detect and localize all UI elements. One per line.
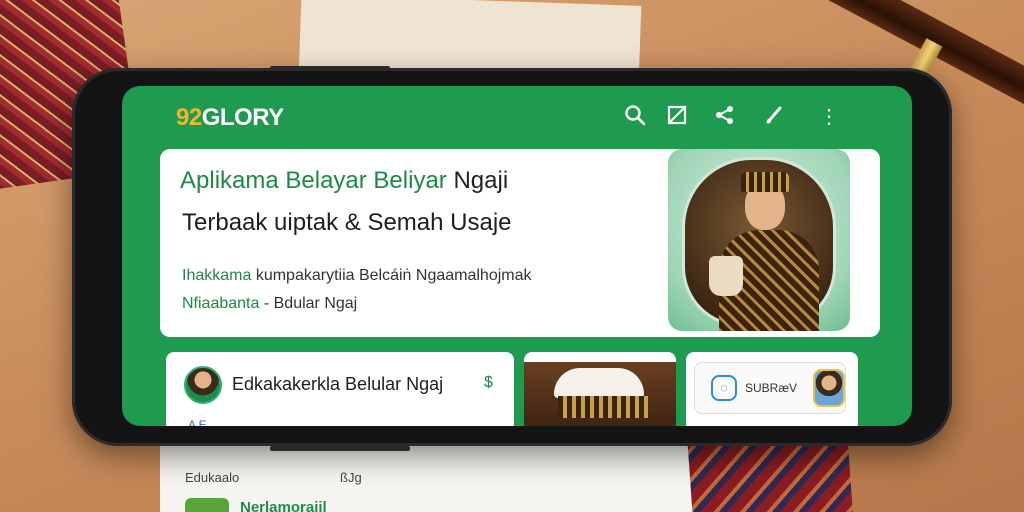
top-bar: 92GLORY ⋮: [122, 86, 912, 148]
portrait-frame: [682, 157, 836, 331]
paper-app-icon: [185, 498, 229, 512]
subscribe-card[interactable]: ◌ SUBRæV: [686, 352, 858, 426]
hero-line1-green: Ihakkama: [182, 267, 252, 284]
more-icon[interactable]: ⋮: [816, 104, 842, 130]
dollar-icon[interactable]: $: [484, 374, 493, 392]
paper-label-1: Edukaalo: [185, 470, 240, 485]
lesson-card[interactable]: Edkakakerkla Belular Ngaj $ A E: [166, 352, 514, 426]
hero-description-line-2: Nfiaabanta - Bdular Ngaj: [182, 295, 357, 313]
search-icon[interactable]: [622, 104, 648, 130]
share-icon[interactable]: [712, 104, 738, 130]
hero-line1-rest: kumpakarytiia Belcáiṅ Ngaamalhojmak: [255, 267, 532, 284]
hero-description-line-1: Ihakkama kumpakarytiia Belcáiṅ Ngaamalho…: [182, 267, 532, 285]
logo-text: GLORY: [201, 104, 284, 131]
hero-title-dark: Ngaji: [453, 167, 509, 194]
phone-bottom-bar: [270, 446, 410, 451]
subscribe-avatar: [813, 369, 845, 407]
lesson-card-peek-text: A E: [188, 418, 207, 426]
avatar: [184, 366, 222, 404]
hero-line2-rest: - Bdular Ngaj: [263, 295, 358, 312]
hero-line2-green: Nfiaabanta: [182, 295, 260, 312]
cap-top: [554, 368, 644, 398]
portrait-cap: [741, 172, 789, 192]
hero-title-green: Aplikama Belayar Beliyar: [180, 167, 447, 194]
lesson-card-title: Edkakakerkla Belular Ngaj: [232, 374, 444, 394]
app-screen: 92GLORY ⋮ Aplikama Belayar Beliyar Ngaji…: [122, 86, 912, 426]
hero-subtitle: Terbaak uiptak & Semah Usaje: [182, 209, 512, 236]
paper-link-text: Nerlamorajil: [240, 499, 327, 512]
app-logo[interactable]: 92GLORY: [176, 104, 284, 132]
cap-band: [558, 396, 648, 418]
portrait-cup: [709, 256, 743, 296]
subscribe-button[interactable]: ◌ SUBRæV: [694, 362, 846, 414]
edit-icon[interactable]: [762, 104, 788, 130]
paper-label-2: ßJg: [340, 470, 362, 485]
peci-cap-image: [524, 362, 676, 426]
chat-icon: ◌: [711, 375, 737, 401]
hero-title: Aplikama Belayar Beliyar Ngaji: [180, 167, 508, 195]
hero-image: [668, 149, 850, 331]
hero-card[interactable]: Aplikama Belayar Beliyar Ngaji Terbaak u…: [160, 149, 880, 337]
subscribe-text: SUBRæV: [745, 381, 798, 395]
phone-top-button: [270, 66, 390, 70]
image-card[interactable]: [524, 352, 676, 426]
logo-number: 92: [176, 104, 202, 131]
crop-icon[interactable]: [664, 104, 690, 130]
